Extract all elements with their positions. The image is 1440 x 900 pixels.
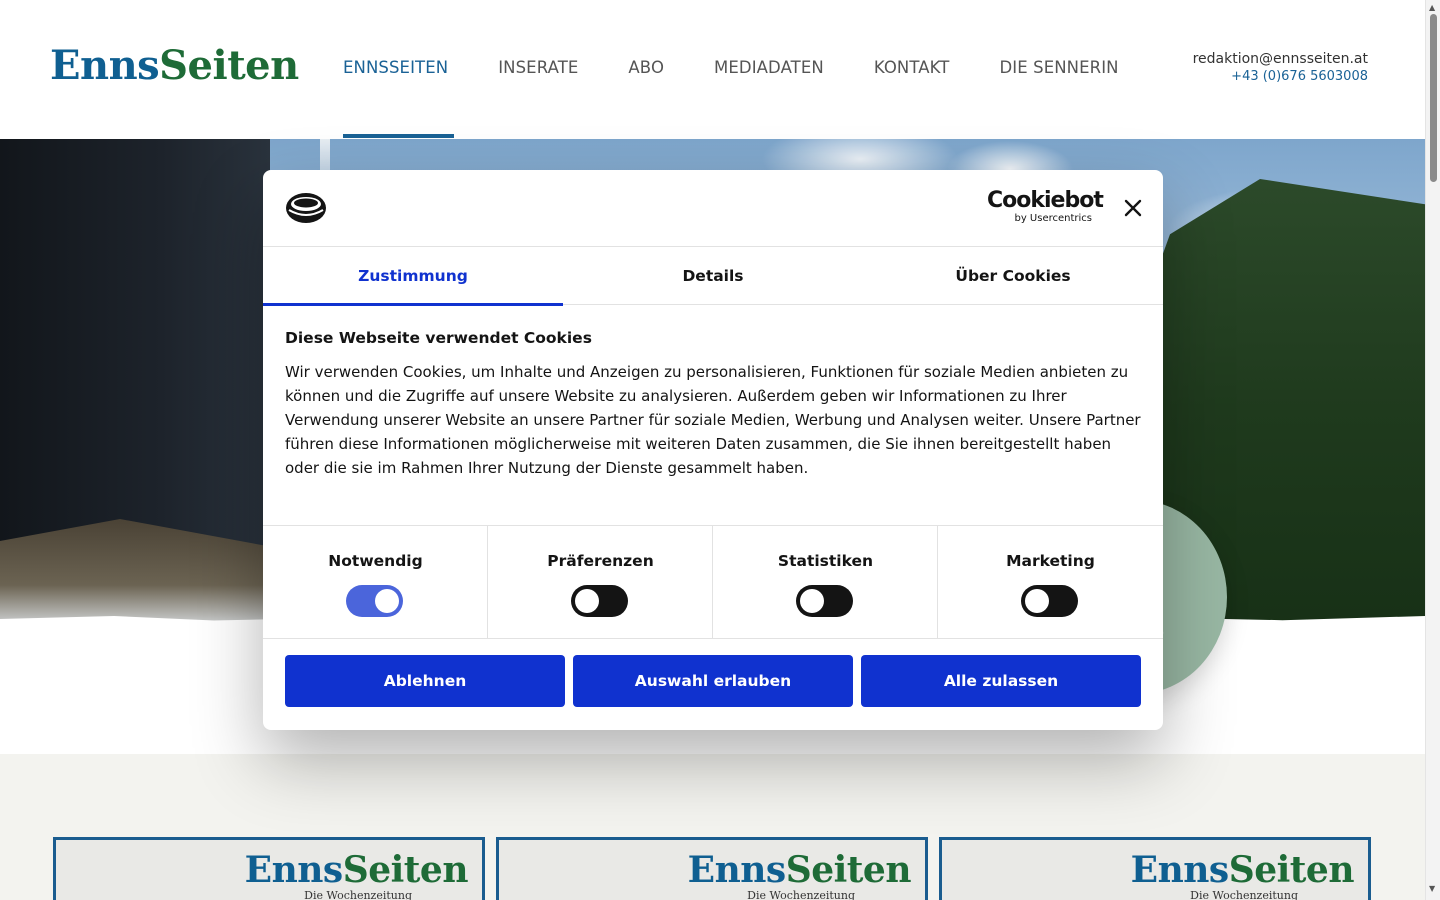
page-scrollbar[interactable]: ▲ ▼ xyxy=(1425,0,1440,900)
nav-item-kontakt[interactable]: KONTAKT xyxy=(874,56,950,80)
dialog-tabs: Zustimmung Details Über Cookies xyxy=(263,247,1163,306)
card-logo: EnnsSeiten xyxy=(687,849,912,891)
nav-active-indicator xyxy=(343,134,454,138)
toggle-group-praeferenzen: Präferenzen xyxy=(488,526,713,639)
dialog-title: Diese Webseite verwendet Cookies xyxy=(285,329,592,347)
contact-info: redaktion@ennsseiten.at +43 (0)676 56030… xyxy=(1193,51,1368,85)
toggle-notwendig[interactable] xyxy=(346,585,403,617)
cookie-consent-dialog: Cookiebot by Usercentrics Zustimmung Det… xyxy=(263,170,1163,730)
dialog-actions: Ablehnen Auswahl erlauben Alle zulassen xyxy=(285,655,1141,707)
card-logo-part-enns: Enns xyxy=(1130,849,1230,891)
toggle-knob xyxy=(800,589,824,613)
decline-button[interactable]: Ablehnen xyxy=(285,655,565,707)
logo-part-seiten: Seiten xyxy=(159,42,299,89)
toggle-marketing[interactable] xyxy=(1021,585,1078,617)
toggle-group-statistiken: Statistiken xyxy=(713,526,938,639)
scroll-down-icon[interactable]: ▼ xyxy=(1429,884,1435,894)
card-subtitle: Die Wochenzeitung xyxy=(1190,889,1298,900)
issue-card[interactable]: EnnsSeiten Die Wochenzeitung xyxy=(939,837,1371,900)
site-logo[interactable]: EnnsSeiten xyxy=(50,40,299,92)
card-logo: EnnsSeiten xyxy=(1130,849,1355,891)
card-logo-part-seiten: Seiten xyxy=(1228,849,1355,891)
dialog-header: Cookiebot by Usercentrics xyxy=(263,170,1163,247)
dialog-description: Wir verwenden Cookies, um Inhalte und An… xyxy=(285,363,1141,477)
toggle-knob xyxy=(575,589,599,613)
dialog-body: Diese Webseite verwendet Cookies Wir ver… xyxy=(285,328,1145,480)
main-nav: ENNSSEITEN INSERATE ABO MEDIADATEN KONTA… xyxy=(343,56,1119,80)
toggle-statistiken[interactable] xyxy=(796,585,853,617)
toggle-group-notwendig: Notwendig xyxy=(263,526,488,639)
close-icon[interactable] xyxy=(1121,196,1145,220)
cookiebot-brand-by: by Usercentrics xyxy=(1014,213,1092,224)
card-logo-part-enns: Enns xyxy=(687,849,787,891)
toggle-label: Marketing xyxy=(1006,552,1095,570)
consent-toggles: Notwendig Präferenzen Statistiken Market… xyxy=(263,525,1163,639)
toggle-knob xyxy=(1025,589,1049,613)
nav-item-die-sennerin[interactable]: DIE SENNERIN xyxy=(999,56,1118,80)
nav-item-mediadaten[interactable]: MEDIADATEN xyxy=(714,56,824,80)
nav-item-inserate[interactable]: INSERATE xyxy=(498,56,578,80)
card-logo-part-enns: Enns xyxy=(244,849,344,891)
issue-card[interactable]: EnnsSeiten Die Wochenzeitung xyxy=(53,837,485,900)
issue-card[interactable]: EnnsSeiten Die Wochenzeitung xyxy=(496,837,928,900)
logo-part-enns: Enns xyxy=(50,42,160,89)
tab-ueber-cookies[interactable]: Über Cookies xyxy=(863,247,1163,305)
nav-item-ennsseiten[interactable]: ENNSSEITEN xyxy=(343,56,448,80)
toggle-label: Statistiken xyxy=(777,552,874,570)
card-logo: EnnsSeiten xyxy=(244,849,469,891)
cookie-icon xyxy=(286,193,326,223)
cookiebot-brand-name: Cookiebot xyxy=(987,188,1104,213)
issue-cards: EnnsSeiten Die Wochenzeitung EnnsSeiten … xyxy=(53,837,1371,900)
card-subtitle: Die Wochenzeitung xyxy=(304,889,412,900)
scroll-up-icon[interactable]: ▲ xyxy=(1429,3,1435,13)
card-logo-part-seiten: Seiten xyxy=(342,849,469,891)
toggle-group-marketing: Marketing xyxy=(938,526,1163,639)
toggle-label: Präferenzen xyxy=(547,552,654,570)
toggle-praeferenzen[interactable] xyxy=(571,585,628,617)
allow-selection-button[interactable]: Auswahl erlauben xyxy=(573,655,853,707)
site-header: EnnsSeiten ENNSSEITEN INSERATE ABO MEDIA… xyxy=(0,0,1425,139)
cookiebot-logo[interactable]: Cookiebot by Usercentrics xyxy=(987,188,1104,225)
contact-email-link[interactable]: redaktion@ennsseiten.at xyxy=(1193,51,1368,68)
allow-all-button[interactable]: Alle zulassen xyxy=(861,655,1141,707)
contact-phone-link[interactable]: +43 (0)676 5603008 xyxy=(1193,68,1368,85)
tab-details[interactable]: Details xyxy=(563,247,863,305)
toggle-knob xyxy=(375,589,399,613)
card-subtitle: Die Wochenzeitung xyxy=(747,889,855,900)
nav-item-abo[interactable]: ABO xyxy=(628,56,664,80)
toggle-label: Notwendig xyxy=(328,552,423,570)
card-logo-part-seiten: Seiten xyxy=(785,849,912,891)
tab-zustimmung[interactable]: Zustimmung xyxy=(263,247,563,306)
scrollbar-thumb[interactable] xyxy=(1430,14,1437,182)
